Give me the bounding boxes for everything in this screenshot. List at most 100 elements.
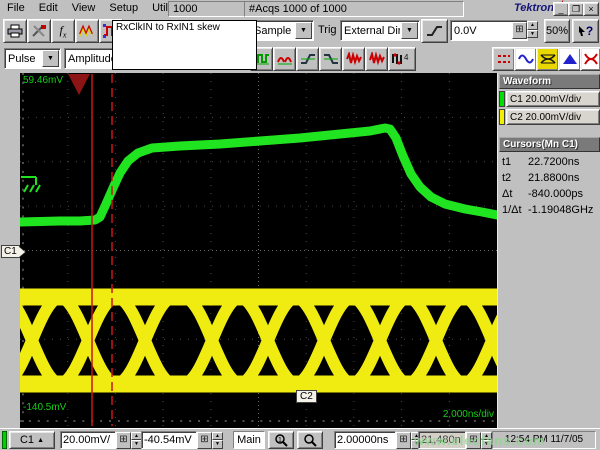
c1-scale-button[interactable]: C1 20.00mV/div	[506, 91, 600, 107]
c1-channel-marker[interactable]: C1	[1, 245, 30, 258]
burst-icon[interactable]	[342, 47, 365, 71]
readout-row-t1: t1 22.7200ns	[498, 154, 600, 170]
tools-icon[interactable]	[27, 19, 51, 43]
measure-class-value: Pulse	[5, 53, 41, 65]
readout-row-dt: Δt -840.000ps	[498, 186, 600, 202]
inv-dt-label: 1/Δt	[502, 204, 528, 216]
waveform-plot	[20, 73, 497, 428]
eye-diagram-icon[interactable]	[536, 47, 559, 71]
channel-select-button[interactable]: C1 ▲	[9, 431, 55, 449]
chevron-down-icon[interactable]: ▼	[295, 22, 312, 39]
burst2-icon[interactable]	[365, 47, 388, 71]
cursors-icon[interactable]	[492, 47, 515, 71]
keypad-icon[interactable]: ⊞	[116, 432, 131, 449]
graticule[interactable]: 59.46mV -140.5mV 2.000ns/div C2	[20, 73, 497, 428]
trigger-level-spinner[interactable]: ▲▼	[527, 21, 538, 38]
zoom-2-icon[interactable]	[297, 431, 323, 449]
c2-channel-tag[interactable]: C2	[296, 390, 317, 403]
trigger-source-select[interactable]: External Direct ▼	[340, 20, 420, 41]
timebase-label: 2.000ns/div	[443, 409, 494, 420]
vertical-scale-value: 20.00mV/	[60, 431, 116, 449]
horizontal-scale-value: 2.00000ns	[334, 431, 396, 449]
close-button[interactable]: ×	[583, 2, 599, 16]
print-icon[interactable]	[3, 19, 27, 43]
menu-view[interactable]: View	[65, 0, 103, 17]
menu-setup[interactable]: Setup	[102, 0, 145, 17]
horizontal-scale-input[interactable]: 2.00000ns ⊞ ▲▼	[334, 431, 422, 449]
readout-row-inv-dt: 1/Δt -1.19048GHz	[498, 202, 600, 218]
menu-bar: File Edit View Setup Utilities Help 1000…	[0, 0, 600, 18]
restore-button[interactable]: ❐	[568, 2, 584, 16]
oscilloscope-window: File Edit View Setup Utilities Help 1000…	[0, 0, 600, 450]
rise-time-icon[interactable]	[296, 47, 319, 71]
chevron-down-icon[interactable]: ▼	[401, 22, 418, 39]
main-timebase-button[interactable]: Main	[233, 431, 265, 449]
set-50-button[interactable]: 50%	[544, 19, 570, 43]
acquisition-mode-value: Sample	[251, 25, 294, 37]
menu-edit[interactable]: Edit	[32, 0, 65, 17]
tooltip-text: RxClkIN to RxIN1 skew	[116, 22, 220, 33]
waveform-count-readout: 1000 Waveforms	[168, 1, 250, 17]
dt-label: Δt	[502, 188, 528, 200]
cursors-block: Cursors(Mn C1) t1 22.7200ns t2 21.8800ns…	[498, 137, 600, 218]
fall-time-icon[interactable]	[319, 47, 342, 71]
c1-scale-row: C1 20.00mV/div	[499, 91, 600, 107]
svg-text:4: 4	[404, 53, 409, 62]
waveform-panel-header: Waveform	[499, 74, 600, 89]
c1-color-swatch	[499, 91, 505, 107]
measurement-tooltip: RxClkIN to RxIN1 skew	[112, 20, 257, 70]
t1-value: 22.7200ns	[528, 156, 599, 168]
t2-label: t2	[502, 172, 528, 184]
trigger-level-value: 0.0V	[451, 25, 512, 37]
resolution-spinner[interactable]: ▲▼	[481, 432, 492, 449]
display-area: C1 59.46mV -140.5mV 2.000ns/div C2 Wavef…	[0, 73, 600, 428]
c2-scale-button[interactable]: C2 20.00mV/div	[506, 109, 600, 125]
measurement-toolbar: Pulse ▼ Amplitude 4	[0, 45, 600, 74]
waveform-icon[interactable]	[75, 19, 99, 43]
acquisition-toolbar: fx Sample ▼ Trig External Direct ▼ 0.0V …	[0, 17, 600, 46]
c2-scale-row: C2 20.00mV/div	[499, 109, 600, 125]
trig-label: Trig	[318, 24, 337, 36]
top-voltage-label: 59.46mV	[23, 75, 63, 86]
acquisition-count-readout: #Acqs 1000 of 1000	[244, 1, 464, 17]
bottom-voltage-label: -140.5mV	[23, 402, 66, 413]
vertical-position-input[interactable]: -40.54mV ⊞ ▲▼	[141, 431, 223, 449]
c1-marker-label: C1	[1, 245, 20, 258]
resolution-value: 21,480n	[418, 431, 466, 449]
horizontal-vertical-bar: C1 ▲ 20.00mV/ ⊞ ▲▼ -40.54mV ⊞ ▲▼ Main 1 …	[0, 428, 600, 450]
help-pointer-button[interactable]: ?	[572, 19, 599, 43]
acquisition-mode-select[interactable]: Sample ▼	[250, 20, 314, 41]
keypad-icon[interactable]: ⊞	[466, 432, 481, 449]
c1-bottom-swatch	[2, 431, 7, 449]
dt-value: -840.000ps	[528, 188, 599, 200]
menu-file[interactable]: File	[0, 0, 32, 17]
vertical-position-spinner[interactable]: ▲▼	[212, 432, 223, 449]
keypad-icon[interactable]: ⊞	[512, 22, 527, 39]
sine-icon[interactable]	[514, 47, 537, 71]
vertical-scale-input[interactable]: 20.00mV/ ⊞ ▲▼	[60, 431, 142, 449]
trigger-level-input[interactable]: 0.0V ⊞	[450, 20, 528, 41]
jitter-icon[interactable]: 4	[388, 47, 416, 71]
zoom-1-icon[interactable]: 1	[268, 431, 294, 449]
c2-color-swatch	[499, 109, 505, 125]
readout-panel: Waveform C1 20.00mV/div C2 20.00mV/div C…	[497, 73, 600, 428]
minimize-button[interactable]: _	[553, 2, 569, 16]
fx-icon[interactable]: fx	[51, 19, 75, 43]
rising-edge-icon[interactable]	[421, 19, 448, 43]
readout-row-t2: t2 21.8800ns	[498, 170, 600, 186]
chevron-up-icon: ▲	[37, 437, 44, 444]
t1-label: t1	[502, 156, 528, 168]
vertical-position-value: -40.54mV	[141, 431, 197, 449]
mask-icon[interactable]	[580, 47, 600, 71]
chevron-down-icon[interactable]: ▼	[42, 50, 59, 67]
histogram-icon[interactable]	[558, 47, 581, 71]
resolution-input[interactable]: 21,480n ⊞ ▲▼	[418, 431, 492, 449]
measure-class-select[interactable]: Pulse ▼	[4, 48, 61, 69]
keypad-icon[interactable]: ⊞	[396, 432, 411, 449]
t2-value: 21.8800ns	[528, 172, 599, 184]
cursors-panel-header: Cursors(Mn C1)	[499, 137, 600, 152]
double-arc-icon[interactable]	[273, 47, 296, 71]
keypad-icon[interactable]: ⊞	[197, 432, 212, 449]
trigger-source-value: External Direct	[341, 25, 400, 37]
inv-dt-value: -1.19048GHz	[528, 204, 599, 216]
